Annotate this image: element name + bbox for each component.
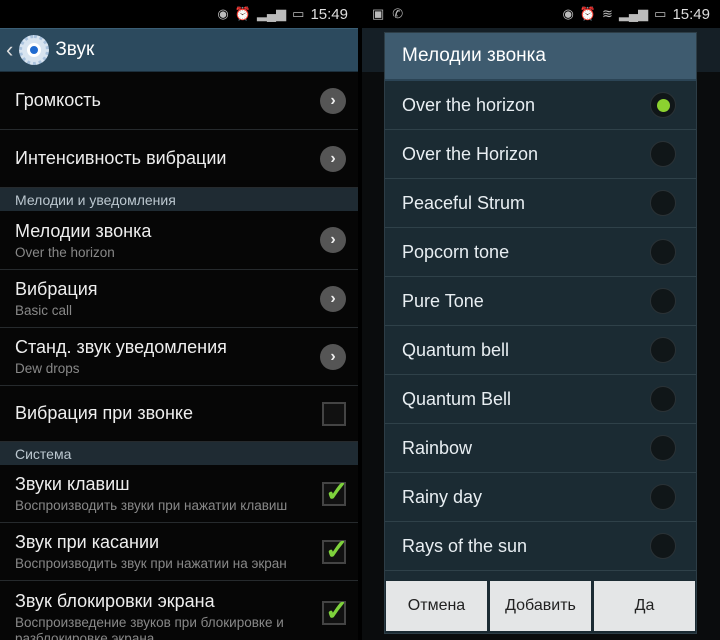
item-subtitle: разблокировке экрана — [15, 631, 155, 640]
ringtone-option[interactable]: Pure Tone — [385, 277, 696, 326]
radio-button[interactable] — [650, 533, 676, 559]
add-button[interactable]: Добавить — [490, 581, 591, 631]
option-label: Pure Tone — [402, 290, 484, 311]
battery-icon: ▭ — [654, 6, 667, 21]
battery-icon: ▭ — [292, 6, 305, 21]
ringtone-option[interactable]: Over the horizon — [385, 81, 696, 130]
item-subtitle: Воспроизведение звуков при блокировке и — [15, 615, 284, 630]
item-title: Мелодии звонка — [15, 220, 152, 241]
option-label: Rainbow — [402, 437, 473, 458]
ringtone-option[interactable]: Peaceful Strum — [385, 179, 696, 228]
item-subtitle: Воспроизводить звук при нажатии на экран — [15, 556, 287, 571]
check-icon: ✓ — [325, 533, 349, 565]
item-subtitle: Dew drops — [15, 361, 80, 376]
eye-icon: ◉ — [217, 6, 229, 21]
checkbox[interactable]: ✓ — [322, 476, 348, 507]
option-label: Over the Horizon — [402, 143, 539, 164]
option-label: Peaceful Strum — [402, 192, 526, 213]
radio-button[interactable] — [650, 190, 676, 216]
action-bar: ‹ Звук — [0, 28, 358, 72]
chevron-right-icon[interactable]: › — [320, 145, 346, 172]
volume-item[interactable]: Громкость › — [0, 72, 358, 130]
item-title: Звуки клавиш — [15, 474, 130, 494]
item-subtitle: Over the horizon — [15, 244, 115, 260]
chevron-right-icon[interactable]: › — [320, 227, 346, 253]
radio-button[interactable] — [650, 141, 676, 167]
ok-button[interactable]: Да — [594, 581, 695, 631]
touch-sound-item[interactable]: Звук при касании Воспроизводить звук при … — [0, 523, 358, 581]
lock-sound-item[interactable]: Звук блокировки экрана Воспроизведение зв… — [0, 581, 358, 640]
radio-button[interactable] — [650, 484, 676, 510]
key-sounds-item[interactable]: Звуки клавиш Воспроизводить звуки при наж… — [0, 465, 358, 523]
signal-icon: ▂▄▆ — [256, 6, 287, 21]
option-label: Over the horizon — [402, 94, 536, 115]
viber-icon: ✆ — [392, 6, 404, 21]
dialog-buttons: Отмена Добавить Да — [385, 581, 696, 633]
page-title: Звук — [55, 39, 95, 60]
check-icon: ✓ — [325, 475, 349, 507]
chevron-right-icon[interactable]: › — [320, 343, 346, 370]
item-title: Вибрация — [15, 279, 98, 299]
check-icon: ✓ — [325, 595, 349, 626]
clock: 15:49 — [672, 5, 710, 23]
vibration-item[interactable]: Вибрация Basic call › — [0, 270, 358, 328]
eye-icon: ◉ — [562, 6, 574, 21]
checkbox[interactable]: ✓ — [322, 595, 348, 626]
section-header: Мелодии и уведомления — [0, 188, 358, 211]
item-title: Звук блокировки экрана — [15, 591, 215, 611]
chevron-right-icon[interactable]: › — [320, 285, 346, 312]
wifi-icon: ≋ — [602, 6, 613, 21]
item-subtitle: Воспроизводить звуки при нажатии клавиш — [15, 498, 288, 513]
radio-button[interactable] — [650, 386, 676, 412]
vibrate-on-ring-item[interactable]: Вибрация при звонке — [0, 386, 358, 442]
ringtone-item[interactable]: Мелодии звонка Over the horizon › — [0, 211, 358, 270]
checkbox[interactable] — [322, 401, 346, 426]
alarm-icon: ⏰ — [579, 6, 597, 21]
item-title: Вибрация при звонке — [15, 403, 193, 423]
option-label: Rays of the sun — [402, 535, 528, 556]
checkbox[interactable]: ✓ — [322, 534, 348, 565]
notification-sound-item[interactable]: Станд. звук уведомления Dew drops › — [0, 328, 358, 386]
gallery-icon: ▣ — [372, 6, 385, 21]
back-icon[interactable]: ‹ — [6, 37, 13, 63]
gear-icon — [19, 35, 50, 65]
vibration-intensity-item[interactable]: Интенсивность вибрации › — [0, 130, 358, 188]
signal-icon: ▂▄▆ — [618, 6, 649, 21]
section-header: Система — [0, 442, 358, 465]
ringtone-option[interactable]: Rays of the sun — [385, 522, 696, 571]
radio-button[interactable] — [650, 92, 676, 118]
ringtone-dialog-screen: ▣ ✆ ◉ ⏰ ≋ ▂▄▆ ▭ 15:49 Мелодии звонка Over… — [362, 0, 720, 640]
chevron-right-icon[interactable]: › — [320, 87, 346, 114]
radio-button[interactable] — [650, 288, 676, 314]
cancel-button[interactable]: Отмена — [386, 581, 487, 631]
status-bar: ◉ ⏰ ▂▄▆ ▭ 15:49 — [0, 0, 358, 28]
ringtone-option[interactable]: Over the Horizon — [385, 130, 696, 179]
ringtone-option[interactable]: Popcorn tone — [385, 228, 696, 277]
ringtone-option[interactable]: Quantum bell — [385, 326, 696, 375]
item-title: Звук при касании — [15, 532, 160, 552]
item-title: Станд. звук уведомления — [15, 337, 227, 357]
radio-button[interactable] — [650, 435, 676, 461]
option-label: Popcorn tone — [402, 241, 510, 262]
option-label: Quantum Bell — [402, 388, 512, 409]
item-subtitle: Basic call — [15, 303, 73, 318]
ringtone-dialog: Мелодии звонка Over the horizon Over the … — [384, 32, 697, 634]
radio-button[interactable] — [650, 239, 676, 265]
item-title: Громкость — [15, 90, 101, 110]
clock: 15:49 — [310, 5, 348, 23]
item-title: Интенсивность вибрации — [15, 148, 227, 168]
alarm-icon: ⏰ — [234, 6, 251, 21]
ringtone-option[interactable]: Rainy day — [385, 473, 696, 522]
ringtone-option[interactable]: Rainbow — [385, 424, 696, 473]
sound-settings-screen: ◉ ⏰ ▂▄▆ ▭ 15:49 ‹ Звук Громкость › Интенс… — [0, 0, 358, 640]
option-label: Quantum bell — [402, 339, 510, 360]
option-label: Rainy day — [402, 486, 483, 507]
radio-button[interactable] — [650, 337, 676, 363]
status-bar: ▣ ✆ ◉ ⏰ ≋ ▂▄▆ ▭ 15:49 — [362, 0, 720, 28]
ringtone-option[interactable]: Quantum Bell — [385, 375, 696, 424]
dialog-title: Мелодии звонка — [385, 33, 696, 81]
